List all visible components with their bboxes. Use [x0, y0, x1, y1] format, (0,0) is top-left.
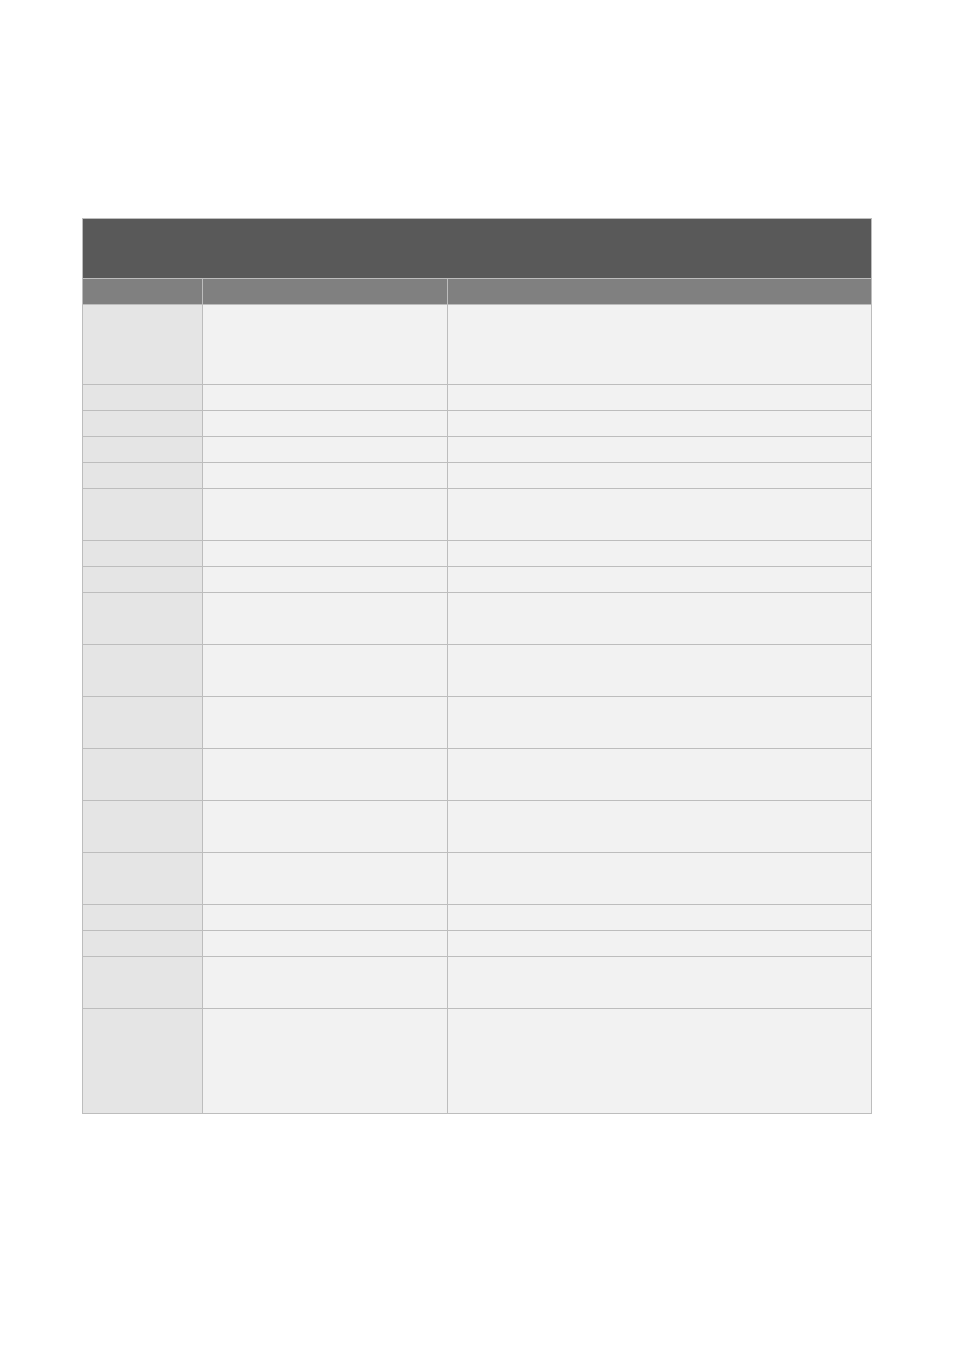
table-row — [83, 305, 871, 385]
cell-col-c — [448, 697, 871, 748]
table-row — [83, 801, 871, 853]
cell-col-a — [83, 305, 203, 384]
cell-col-a — [83, 463, 203, 488]
table-row — [83, 645, 871, 697]
cell-col-b — [203, 593, 448, 644]
table-row — [83, 411, 871, 437]
table-row — [83, 567, 871, 593]
cell-col-c — [448, 567, 871, 592]
cell-col-a — [83, 541, 203, 566]
cell-col-c — [448, 1009, 871, 1113]
table-title-row — [83, 219, 871, 279]
table-row — [83, 1009, 871, 1113]
cell-col-c — [448, 385, 871, 410]
cell-col-a — [83, 437, 203, 462]
table-row — [83, 749, 871, 801]
cell-col-c — [448, 411, 871, 436]
cell-col-b — [203, 567, 448, 592]
cell-col-c — [448, 931, 871, 956]
cell-col-b — [203, 931, 448, 956]
cell-col-a — [83, 567, 203, 592]
cell-col-a — [83, 931, 203, 956]
cell-col-c — [448, 305, 871, 384]
cell-col-a — [83, 385, 203, 410]
cell-col-c — [448, 593, 871, 644]
table-row — [83, 541, 871, 567]
table-row — [83, 385, 871, 411]
table-row — [83, 853, 871, 905]
cell-col-b — [203, 1009, 448, 1113]
cell-col-c — [448, 463, 871, 488]
table-body — [83, 305, 871, 1113]
cell-col-b — [203, 541, 448, 566]
cell-col-a — [83, 905, 203, 930]
cell-col-a — [83, 957, 203, 1008]
cell-col-a — [83, 645, 203, 696]
cell-col-c — [448, 801, 871, 852]
cell-col-c — [448, 541, 871, 566]
table-row — [83, 957, 871, 1009]
cell-col-a — [83, 411, 203, 436]
cell-col-b — [203, 853, 448, 904]
cell-col-b — [203, 385, 448, 410]
cell-col-a — [83, 1009, 203, 1113]
cell-col-a — [83, 593, 203, 644]
table-row — [83, 697, 871, 749]
cell-col-b — [203, 305, 448, 384]
table-header-row — [83, 279, 871, 305]
cell-col-a — [83, 853, 203, 904]
cell-col-c — [448, 749, 871, 800]
cell-col-c — [448, 437, 871, 462]
cell-col-c — [448, 957, 871, 1008]
cell-col-b — [203, 437, 448, 462]
cell-col-a — [83, 489, 203, 540]
cell-col-a — [83, 801, 203, 852]
cell-col-b — [203, 645, 448, 696]
cell-col-b — [203, 749, 448, 800]
table-row — [83, 593, 871, 645]
cell-col-c — [448, 645, 871, 696]
col-header-b — [203, 279, 448, 304]
table-row — [83, 931, 871, 957]
cell-col-b — [203, 411, 448, 436]
cell-col-a — [83, 749, 203, 800]
table-row — [83, 905, 871, 931]
cell-col-b — [203, 905, 448, 930]
data-table — [82, 218, 872, 1114]
cell-col-b — [203, 957, 448, 1008]
table-row — [83, 463, 871, 489]
col-header-a — [83, 279, 203, 304]
cell-col-b — [203, 463, 448, 488]
cell-col-c — [448, 853, 871, 904]
cell-col-a — [83, 697, 203, 748]
col-header-c — [448, 279, 871, 304]
cell-col-c — [448, 489, 871, 540]
table-row — [83, 437, 871, 463]
cell-col-b — [203, 697, 448, 748]
cell-col-b — [203, 801, 448, 852]
table-row — [83, 489, 871, 541]
cell-col-b — [203, 489, 448, 540]
cell-col-c — [448, 905, 871, 930]
